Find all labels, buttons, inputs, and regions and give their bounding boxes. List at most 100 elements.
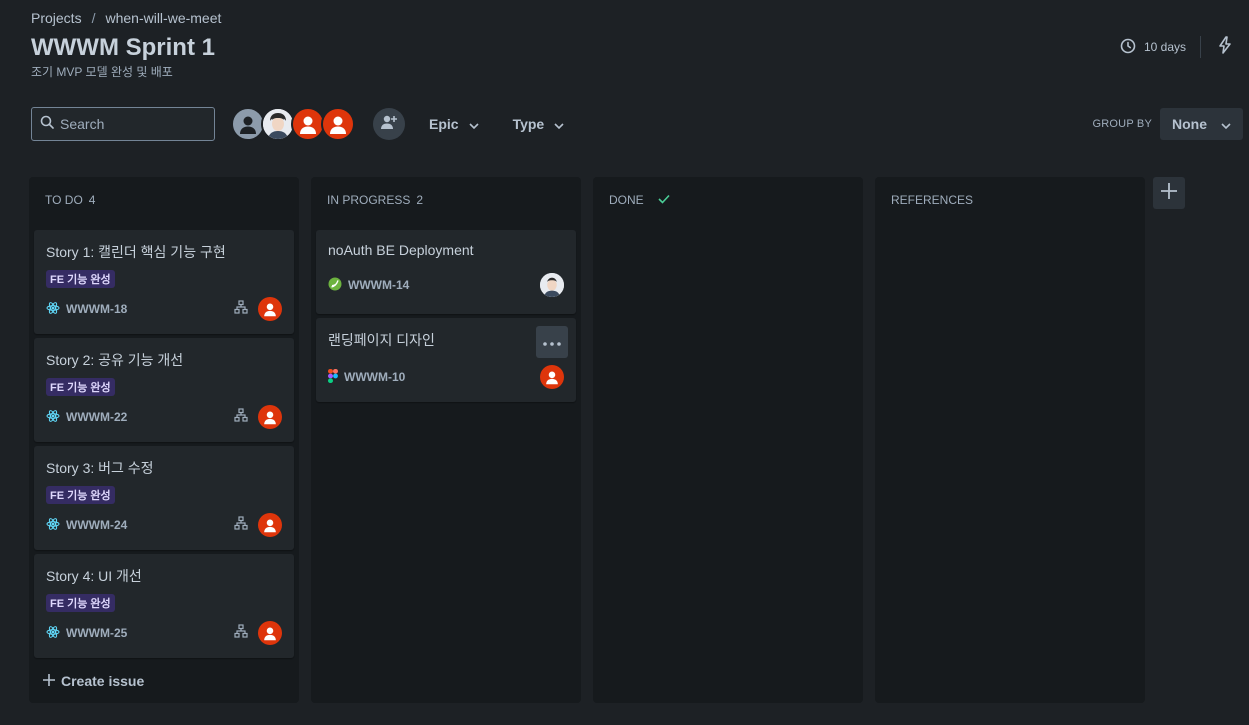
issue-card[interactable]: 랜딩페이지 디자인 WWWM-10 — [316, 318, 576, 402]
add-column-button[interactable] — [1153, 177, 1185, 209]
child-issues-icon[interactable] — [234, 299, 248, 319]
issue-key-label: WWWM-22 — [66, 410, 128, 424]
react-icon — [46, 517, 60, 534]
plus-icon — [43, 673, 55, 689]
chevron-down-icon — [1221, 116, 1231, 132]
search-input[interactable] — [60, 116, 200, 132]
issue-key[interactable]: WWWM-18 — [46, 301, 127, 318]
card-footer: WWWM-14 — [328, 272, 564, 298]
assignee-avatar[interactable] — [540, 365, 564, 389]
clock-icon — [1120, 38, 1136, 57]
issue-summary: 랜딩페이지 디자인 — [328, 332, 435, 348]
issue-card[interactable]: noAuth BE Deployment WWWM-14 — [316, 230, 576, 314]
issue-card[interactable]: Story 3: 버그 수정 FE 기능 완성 WWWM-24 — [34, 446, 294, 550]
issue-key[interactable]: WWWM-22 — [46, 409, 127, 426]
epic-tag[interactable]: FE 기능 완성 — [46, 378, 115, 396]
issue-key-label: WWWM-14 — [348, 278, 410, 292]
epic-tag[interactable]: FE 기능 완성 — [46, 486, 115, 504]
column-title: DONE — [609, 193, 644, 207]
avatar-user-3[interactable] — [321, 107, 355, 141]
issue-key[interactable]: WWWM-24 — [46, 517, 127, 534]
column-title: TO DO — [45, 193, 83, 207]
issue-count: 4 — [88, 193, 96, 207]
issue-card[interactable]: Story 1: 캘린더 핵심 기능 구현 FE 기능 완성 WWWM-18 — [34, 230, 294, 334]
epic-tag[interactable]: FE 기능 완성 — [46, 270, 115, 288]
card-list: Story 1: 캘린더 핵심 기능 구현 FE 기능 완성 WWWM-18 S… — [29, 230, 299, 658]
column-title: IN PROGRESS — [327, 193, 411, 207]
column-header: TO DO 4 — [29, 177, 299, 223]
card-meta — [234, 297, 282, 321]
breadcrumb-projects-link[interactable]: Projects — [31, 10, 82, 26]
avatar-unassigned[interactable] — [231, 107, 265, 141]
column-references: REFERENCES — [875, 177, 1145, 703]
avatar-user-2[interactable] — [291, 107, 325, 141]
card-meta — [540, 365, 564, 389]
card-footer: WWWM-18 — [46, 296, 282, 322]
sprint-meta: 10 days — [1120, 35, 1235, 58]
days-remaining[interactable]: 10 days — [1120, 38, 1186, 57]
assignee-avatar[interactable] — [258, 513, 282, 537]
issue-key[interactable]: WWWM-10 — [328, 368, 405, 386]
assignee-avatar[interactable] — [258, 621, 282, 645]
add-person-icon — [380, 113, 398, 136]
type-filter-button[interactable]: Type — [503, 108, 575, 140]
card-list: noAuth BE Deployment WWWM-14 랜딩페이지 디자인 W… — [311, 230, 581, 402]
issue-key[interactable]: WWWM-25 — [46, 625, 127, 642]
child-issues-icon[interactable] — [234, 515, 248, 535]
issue-key-label: WWWM-24 — [66, 518, 128, 532]
child-issues-icon[interactable] — [234, 623, 248, 643]
column-header: REFERENCES — [875, 177, 1145, 223]
issue-key[interactable]: WWWM-14 — [328, 277, 409, 294]
issue-summary: noAuth BE Deployment — [328, 242, 474, 258]
assignee-avatar[interactable] — [258, 297, 282, 321]
avatar-user-photo[interactable] — [261, 107, 295, 141]
add-people-button[interactable] — [373, 108, 405, 140]
epic-filter-label: Epic — [429, 116, 459, 132]
issue-key-label: WWWM-18 — [66, 302, 128, 316]
breadcrumb-separator: / — [91, 10, 96, 26]
group-by: GROUP BY None — [1093, 108, 1243, 140]
group-by-select[interactable]: None — [1160, 108, 1243, 140]
card-actions-button[interactable] — [536, 326, 568, 358]
card-meta — [540, 273, 564, 297]
spring-icon — [328, 277, 342, 294]
column-in-progress: IN PROGRESS 2 noAuth BE Deployment WWWM-… — [311, 177, 581, 703]
column-todo: TO DO 4 Story 1: 캘린더 핵심 기능 구현 FE 기능 완성 W… — [29, 177, 299, 703]
epic-filter-button[interactable]: Epic — [419, 108, 489, 140]
page-title: WWWM Sprint 1 — [31, 34, 215, 61]
chevron-down-icon — [469, 116, 479, 132]
issue-summary: Story 3: 버그 수정 — [46, 460, 154, 476]
card-meta — [234, 405, 282, 429]
chevron-down-icon — [554, 116, 564, 132]
card-footer: WWWM-24 — [46, 512, 282, 538]
type-filter-label: Type — [512, 116, 545, 132]
sprint-goal: 조기 MVP 모델 완성 및 배포 — [31, 65, 173, 79]
group-by-value: None — [1172, 116, 1207, 132]
card-footer: WWWM-25 — [46, 620, 282, 646]
react-icon — [46, 409, 60, 426]
epic-tag[interactable]: FE 기능 완성 — [46, 594, 115, 612]
automation-button[interactable] — [1215, 35, 1235, 57]
breadcrumb: Projects / when-will-we-meet — [31, 10, 221, 26]
search-box[interactable] — [31, 107, 215, 141]
child-issues-icon[interactable] — [234, 407, 248, 427]
create-issue-label: Create issue — [61, 673, 145, 689]
react-icon — [46, 625, 60, 642]
issue-summary: Story 2: 공유 기능 개선 — [46, 352, 184, 368]
days-remaining-label: 10 days — [1143, 40, 1186, 54]
column-done: DONE — [593, 177, 863, 703]
column-title: REFERENCES — [891, 193, 974, 207]
issue-card[interactable]: Story 4: UI 개선 FE 기능 완성 WWWM-25 — [34, 554, 294, 658]
card-footer: WWWM-10 — [328, 364, 564, 390]
more-horizontal-icon — [543, 333, 561, 351]
assignee-avatar[interactable] — [258, 405, 282, 429]
breadcrumb-project-link[interactable]: when-will-we-meet — [105, 10, 221, 26]
board-toolbar: Epic Type GROUP BY None — [31, 107, 1243, 141]
issue-summary: Story 1: 캘린더 핵심 기능 구현 — [46, 244, 226, 260]
create-issue-button[interactable]: Create issue — [43, 673, 144, 689]
issue-card[interactable]: Story 2: 공유 기능 개선 FE 기능 완성 WWWM-22 — [34, 338, 294, 442]
column-header: DONE — [593, 177, 863, 223]
assignee-avatar[interactable] — [540, 273, 564, 297]
board: TO DO 4 Story 1: 캘린더 핵심 기능 구현 FE 기능 완성 W… — [29, 177, 1145, 703]
assignee-filter — [231, 107, 355, 141]
